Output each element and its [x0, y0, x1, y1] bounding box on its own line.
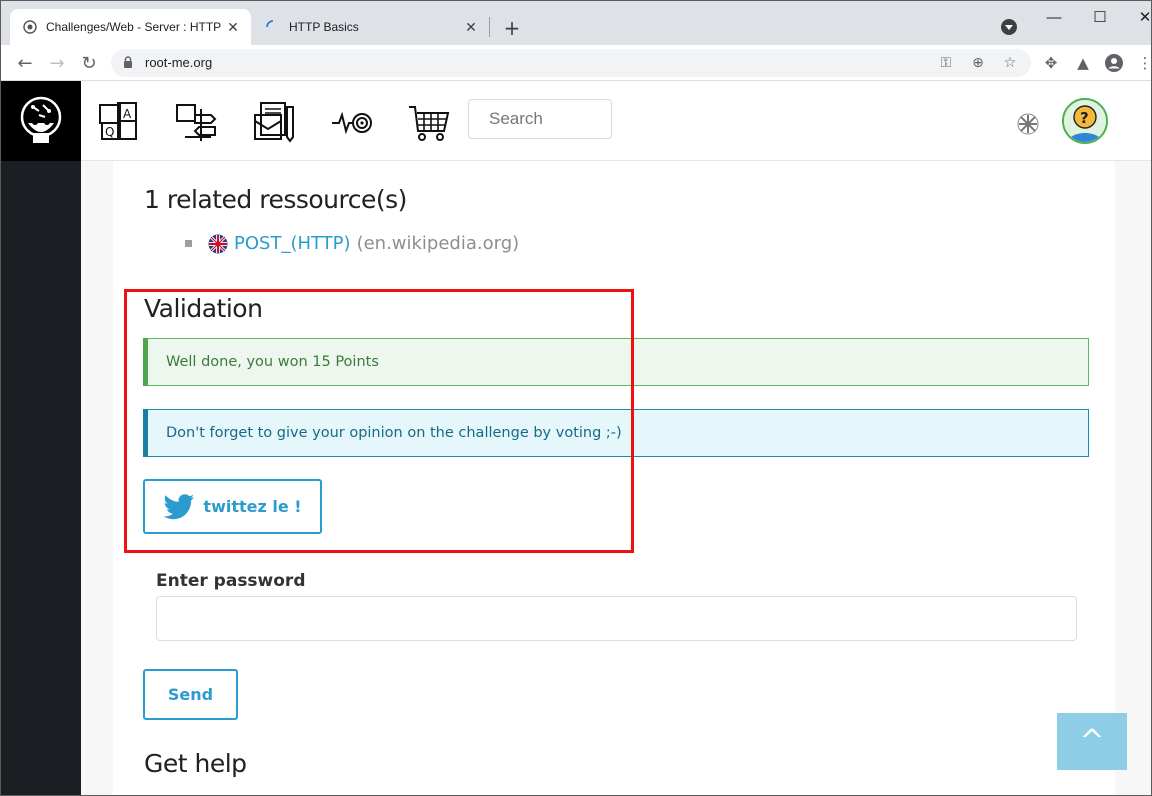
bullet: [185, 240, 192, 247]
svg-text:Q: Q: [105, 125, 114, 139]
resource-item: POST_(HTTP) (en.wikipedia.org): [185, 233, 519, 254]
tab-strip: Challenges/Web - Server : HTTP ✕ HTTP Ba…: [1, 1, 1151, 45]
documents-icon[interactable]: [253, 101, 295, 143]
shopping-cart-icon[interactable]: [408, 101, 450, 143]
password-label: Enter password: [156, 571, 306, 591]
browser-toolbar: ← → ↻ root-me.org ⚿ ⊕ ☆ ✥ ▲ ⋮: [1, 45, 1151, 81]
tab-separator: [489, 17, 490, 37]
left-sidebar: [1, 161, 81, 795]
back-icon[interactable]: ←: [13, 51, 37, 75]
related-resources-heading: 1 related ressource(s): [144, 185, 407, 214]
tab-challenges[interactable]: Challenges/Web - Server : HTTP ✕: [10, 9, 251, 45]
resource-link[interactable]: POST_(HTTP): [234, 233, 351, 254]
user-avatar[interactable]: ?: [1062, 98, 1108, 144]
page-gutter-right: [1115, 161, 1151, 795]
window-close-icon[interactable]: ✕: [1135, 7, 1151, 27]
close-icon[interactable]: ✕: [463, 19, 479, 35]
svg-text:?: ?: [1080, 109, 1089, 127]
avatar-icon: ?: [1064, 100, 1106, 142]
lock-icon: [124, 56, 132, 68]
tab-search-icon[interactable]: [1001, 19, 1017, 35]
loading-spinner-icon: [265, 19, 281, 35]
address-bar[interactable]: root-me.org ⚿ ⊕ ☆: [111, 49, 1031, 77]
url-text: root-me.org: [145, 55, 213, 70]
reload-icon[interactable]: ↻: [77, 51, 101, 75]
profile-icon[interactable]: [1104, 53, 1124, 73]
close-icon[interactable]: ✕: [225, 19, 241, 35]
validation-highlight-box: [124, 289, 634, 553]
tab-title: HTTP Basics: [289, 20, 359, 34]
skull-logo-icon: [20, 96, 62, 143]
send-button[interactable]: Send: [143, 669, 238, 720]
search-placeholder: Search: [489, 109, 543, 128]
browser-window: Challenges/Web - Server : HTTP ✕ HTTP Ba…: [0, 0, 1152, 796]
site-header: A Q Search ?: [1, 81, 1151, 161]
activity-target-icon[interactable]: [331, 101, 373, 143]
roadmap-icon[interactable]: [175, 101, 217, 143]
scroll-to-top-button[interactable]: ^: [1057, 713, 1127, 770]
resource-domain: (en.wikipedia.org): [356, 233, 520, 254]
uk-flag-icon: [208, 234, 228, 253]
rootme-favicon-icon: [22, 19, 38, 35]
labs-icon[interactable]: ▲: [1073, 53, 1093, 73]
uk-flag-language-icon[interactable]: [1017, 113, 1039, 135]
zoom-icon[interactable]: ⊕: [969, 54, 987, 72]
password-input[interactable]: [156, 596, 1077, 641]
tab-title: Challenges/Web - Server : HTTP: [46, 20, 222, 34]
new-tab-icon[interactable]: +: [501, 16, 523, 40]
page-gutter-left: [81, 161, 113, 795]
get-help-heading: Get help: [144, 749, 247, 778]
tab-http-basics[interactable]: HTTP Basics ✕: [253, 9, 489, 45]
menu-icon[interactable]: ⋮: [1135, 53, 1152, 73]
minimize-icon[interactable]: —: [1044, 7, 1064, 27]
maximize-icon[interactable]: ☐: [1090, 7, 1110, 27]
svg-text:A: A: [123, 107, 132, 121]
key-icon[interactable]: ⚿: [937, 54, 955, 72]
bookmark-star-icon[interactable]: ☆: [1001, 54, 1019, 72]
rootme-logo[interactable]: [1, 81, 81, 161]
faq-icon[interactable]: A Q: [98, 101, 140, 143]
forward-icon[interactable]: →: [45, 51, 69, 75]
site-search-input[interactable]: Search: [468, 99, 612, 139]
extensions-icon[interactable]: ✥: [1041, 53, 1061, 73]
